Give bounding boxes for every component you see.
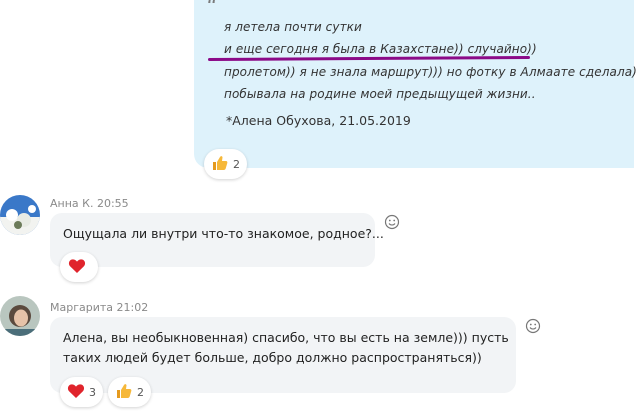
reaction-thumbs-up[interactable]: 2 bbox=[204, 149, 247, 179]
add-reaction-icon[interactable] bbox=[384, 214, 400, 230]
message-text: Ощущала ли внутри что-то знакомое, родно… bbox=[63, 226, 384, 241]
thumbs-up-icon bbox=[211, 154, 229, 175]
reaction-heart[interactable]: 3 bbox=[60, 377, 103, 407]
avatar[interactable] bbox=[0, 296, 40, 336]
heart-icon bbox=[67, 383, 85, 402]
quote-icon: “ bbox=[206, 0, 218, 20]
thumbs-up-icon bbox=[115, 382, 133, 403]
message-text-line-1: Алена, вы необыкновенная) спасибо, что в… bbox=[63, 330, 509, 345]
reaction-count: 3 bbox=[89, 385, 96, 399]
avatar[interactable] bbox=[0, 195, 40, 235]
add-reaction-icon[interactable] bbox=[525, 318, 541, 334]
quote-line-4: побывала на родине моей предыщущей жизни… bbox=[224, 87, 536, 101]
quote-author: *Алена Обухова, 21.05.2019 bbox=[226, 113, 411, 128]
heart-icon bbox=[68, 258, 86, 277]
sender-name-time: Анна К. 20:55 bbox=[50, 197, 129, 210]
message-text-line-2: таких людей будет больше, добро должно р… bbox=[63, 350, 482, 365]
reaction-count: 2 bbox=[233, 157, 240, 171]
quote-line-3: пролетом)) я не знала маршрут))) но фотк… bbox=[224, 65, 637, 79]
quote-line-2: и еще сегодня я была в Казахстане)) случ… bbox=[224, 42, 537, 56]
chat-view: “ я летела почти сутки и еще сегодня я б… bbox=[0, 0, 642, 417]
reaction-count: 2 bbox=[137, 385, 144, 399]
reaction-heart[interactable] bbox=[60, 252, 98, 282]
reaction-thumbs-up[interactable]: 2 bbox=[108, 377, 151, 407]
sender-name-time: Маргарита 21:02 bbox=[50, 301, 149, 314]
quote-line-1: я летела почти сутки bbox=[224, 20, 362, 34]
